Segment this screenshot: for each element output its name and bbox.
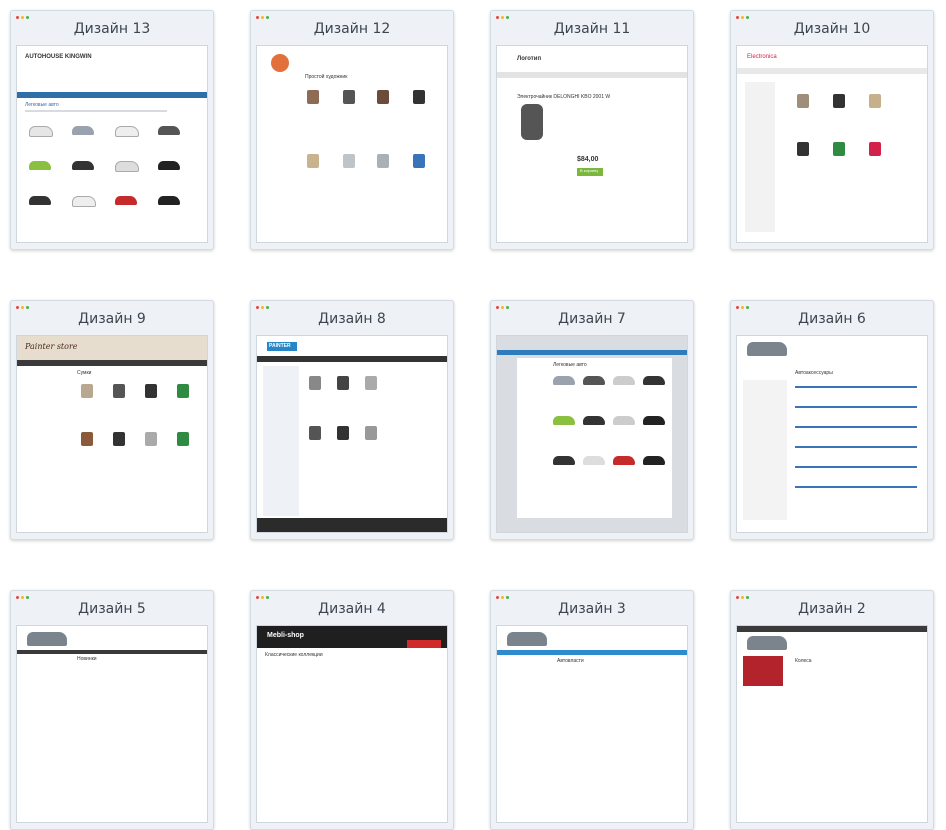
- thumb-nav: [17, 650, 207, 654]
- cart-label: В корзину: [580, 168, 599, 173]
- thumb-nav: [497, 350, 687, 355]
- thumb-nav: [17, 360, 207, 366]
- thumb-brand: AUTOHOUSE KINGWIN: [25, 54, 92, 60]
- design-thumbnail[interactable]: AUTOHOUSE KINGWIN Легковые авто: [16, 45, 208, 243]
- design-card-7[interactable]: Дизайн 7 Легковые авто: [490, 300, 694, 540]
- window-dots: [256, 596, 269, 599]
- design-thumbnail[interactable]: Логотип Электрочайник DELONGHI KBO 2001 …: [496, 45, 688, 243]
- thumb-heading: Сумки: [77, 370, 92, 376]
- thumb-heading: Новинки: [77, 656, 97, 662]
- card-title: Дизайн 3: [558, 601, 626, 617]
- design-thumbnail[interactable]: Простой художник: [256, 45, 448, 243]
- card-title: Дизайн 6: [798, 311, 866, 327]
- design-thumbnail[interactable]: PAINTER: [256, 335, 448, 533]
- thumb-heading: Автоаксессуары: [795, 370, 833, 376]
- design-card-4[interactable]: Дизайн 4 Mebli-shop Классические коллекц…: [250, 590, 454, 830]
- thumb-heading: Простой художник: [305, 74, 348, 80]
- window-dots: [256, 16, 269, 19]
- thumb-price: $84,00: [577, 156, 599, 163]
- thumb-heading: Электрочайник DELONGHI KBO 2001 W: [517, 94, 611, 100]
- thumb-brand: Painter store: [25, 342, 78, 351]
- card-title: Дизайн 13: [73, 21, 151, 37]
- window-dots: [736, 596, 749, 599]
- thumb-heading: Легковые авто: [25, 102, 59, 108]
- design-card-5[interactable]: Дизайн 5 Новинки: [10, 590, 214, 830]
- design-thumbnail[interactable]: Легковые авто: [496, 335, 688, 533]
- thumb-brand: Mebli-shop: [267, 632, 304, 639]
- design-card-10[interactable]: Дизайн 10 Electronica: [730, 10, 934, 250]
- thumb-brand: Electronica: [747, 54, 777, 60]
- thumb-nav: [17, 92, 207, 98]
- design-card-12[interactable]: Дизайн 12 Простой художник: [250, 10, 454, 250]
- thumb-car-logo: [747, 342, 787, 356]
- card-title: Дизайн 12: [313, 21, 391, 37]
- design-card-11[interactable]: Дизайн 11 Логотип Электрочайник DELONGHI…: [490, 10, 694, 250]
- design-card-2[interactable]: Дизайн 2 Колеса: [730, 590, 934, 830]
- design-card-9[interactable]: Дизайн 9 Painter store Сумки: [10, 300, 214, 540]
- design-thumbnail[interactable]: Автоаксессуары: [736, 335, 928, 533]
- window-dots: [16, 596, 29, 599]
- thumb-heading: Колеса: [795, 658, 812, 664]
- design-thumbnail[interactable]: Mebli-shop Классические коллекции: [256, 625, 448, 823]
- design-card-13[interactable]: Дизайн 13 AUTOHOUSE KINGWIN Легковые авт…: [10, 10, 214, 250]
- card-title: Дизайн 7: [558, 311, 626, 327]
- design-thumbnail[interactable]: Автовласти: [496, 625, 688, 823]
- window-dots: [496, 16, 509, 19]
- kettle-image: [521, 104, 543, 140]
- design-thumbnail[interactable]: Painter store Сумки: [16, 335, 208, 533]
- design-card-6[interactable]: Дизайн 6 Автоаксессуары: [730, 300, 934, 540]
- thumb-logo: [271, 54, 289, 72]
- window-dots: [16, 16, 29, 19]
- card-title: Дизайн 9: [78, 311, 146, 327]
- design-thumbnail[interactable]: Electronica: [736, 45, 928, 243]
- design-card-3[interactable]: Дизайн 3 Автовласти: [490, 590, 694, 830]
- card-title: Дизайн 2: [798, 601, 866, 617]
- thumb-nav: [257, 356, 447, 362]
- window-dots: [736, 16, 749, 19]
- thumb-heading: Легковые авто: [553, 362, 587, 368]
- window-dots: [736, 306, 749, 309]
- window-dots: [496, 596, 509, 599]
- window-dots: [496, 306, 509, 309]
- thumb-nav: [497, 650, 687, 655]
- thumb-heading: Автовласти: [557, 658, 584, 664]
- window-dots: [16, 306, 29, 309]
- thumb-brand: Логотип: [517, 56, 542, 62]
- card-title: Дизайн 8: [318, 311, 386, 327]
- card-title: Дизайн 11: [553, 21, 631, 37]
- design-thumbnail[interactable]: Колеса: [736, 625, 928, 823]
- card-title: Дизайн 5: [78, 601, 146, 617]
- thumb-brand: PAINTER: [269, 343, 291, 349]
- window-dots: [256, 306, 269, 309]
- thumb-nav: [497, 72, 687, 78]
- thumb-heading: Классические коллекции: [265, 652, 323, 658]
- design-card-8[interactable]: Дизайн 8 PAINTER: [250, 300, 454, 540]
- card-title: Дизайн 10: [793, 21, 871, 37]
- thumb-nav: [737, 68, 927, 74]
- design-thumbnail[interactable]: Новинки: [16, 625, 208, 823]
- card-title: Дизайн 4: [318, 601, 386, 617]
